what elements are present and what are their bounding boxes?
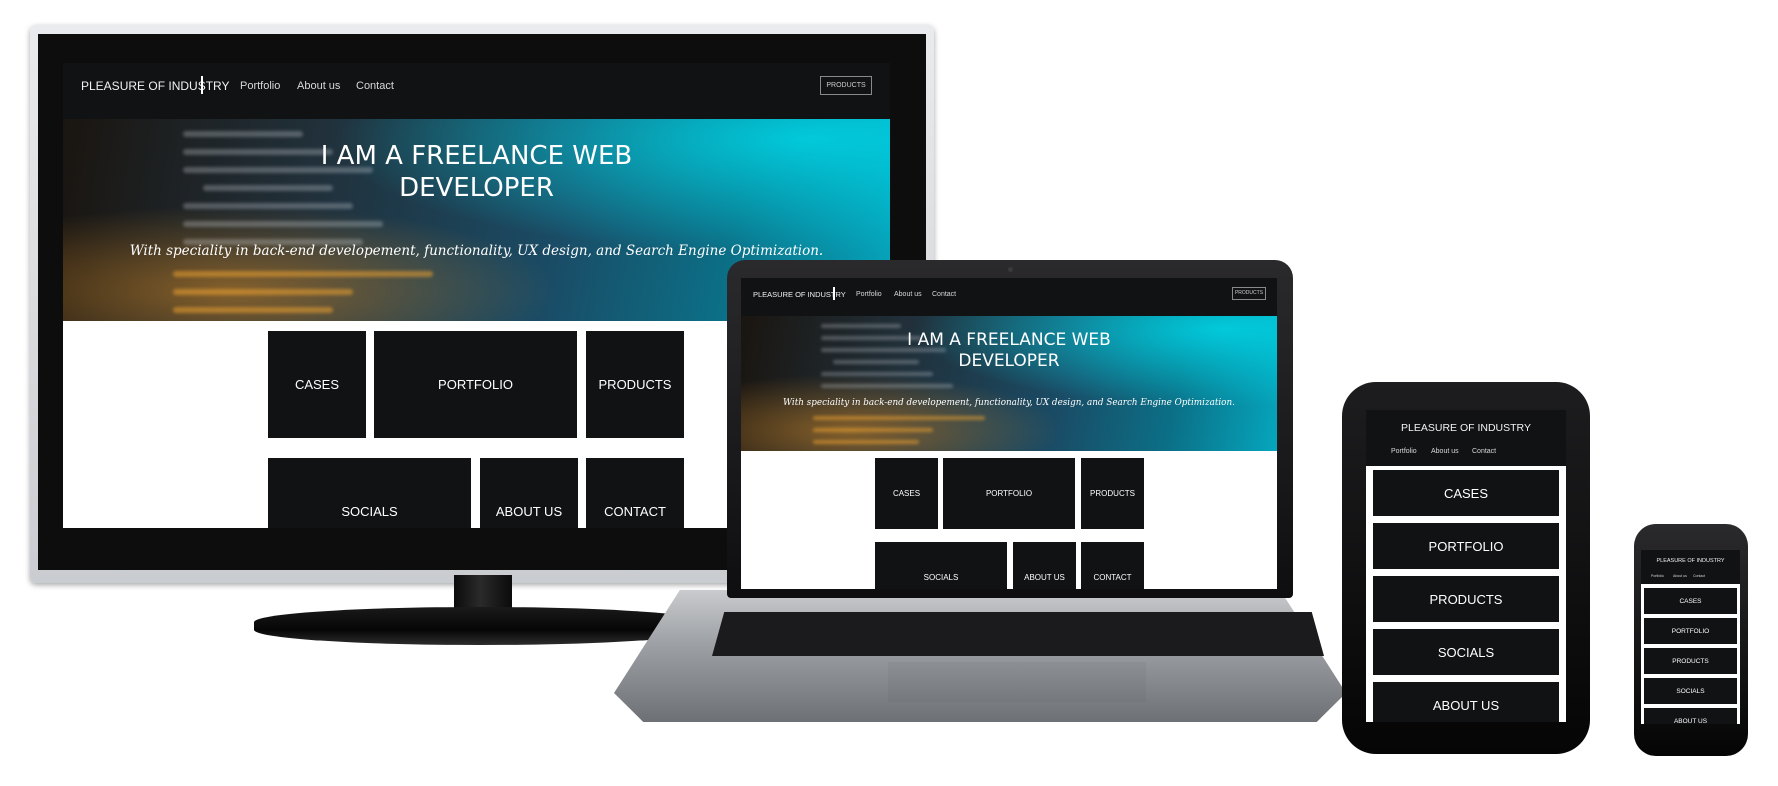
hero-title-line1: I AM A FREELANCE WEB (320, 141, 633, 171)
top-nav: PLEASURE OF INDUSTRY Portfolio About us … (63, 63, 890, 119)
code-line (821, 324, 901, 328)
products-button[interactable]: PRODUCTS (1232, 287, 1266, 300)
tile-socials[interactable]: SOCIALS (1644, 678, 1737, 704)
tile-products[interactable]: PRODUCTS (1081, 458, 1144, 529)
tile-socials[interactable]: SOCIALS (875, 542, 1007, 589)
code-line (821, 372, 933, 376)
tile-about-us[interactable]: ABOUT US (480, 458, 578, 528)
brand-divider (833, 287, 835, 300)
brand-logo[interactable]: PLEASURE OF INDUSTRY (81, 79, 229, 93)
hero-title-line2: DEVELOPER (399, 172, 554, 203)
hero-title: I AM A FREELANCE WEB DEVELOPER (741, 330, 1277, 371)
nav-portfolio[interactable]: Portfolio (856, 291, 882, 298)
code-line (183, 131, 303, 137)
monitor-stand (254, 607, 706, 645)
nav-about-us[interactable]: About us (297, 80, 340, 92)
products-button[interactable]: PRODUCTS (820, 76, 872, 95)
laptop-camera-icon (1008, 267, 1013, 272)
nav-about-us[interactable]: About us (1431, 448, 1459, 455)
hero-subtitle: With speciality in back-end developement… (783, 398, 1235, 408)
brand-divider (201, 76, 203, 94)
tile-socials[interactable]: SOCIALS (268, 458, 471, 528)
tile-portfolio[interactable]: PORTFOLIO (1644, 618, 1737, 644)
code-line (173, 289, 353, 295)
top-nav: PLEASURE OF INDUSTRY Portfolio About us … (741, 278, 1277, 316)
nav-portfolio[interactable]: Portfolio (240, 80, 280, 92)
nav-contact[interactable]: Contact (1472, 448, 1496, 455)
nav-about-us[interactable]: About us (894, 291, 922, 298)
code-line (813, 416, 985, 420)
code-line (821, 384, 953, 388)
tile-portfolio[interactable]: PORTFOLIO (374, 331, 577, 438)
laptop-site: PLEASURE OF INDUSTRY Portfolio About us … (741, 278, 1277, 589)
tile-cases[interactable]: CASES (268, 331, 366, 438)
top-nav: PLEASURE OF INDUSTRY Portfolio About us … (1366, 410, 1566, 466)
tile-contact[interactable]: CONTACT (1081, 542, 1144, 589)
nav-contact[interactable]: Contact (356, 80, 394, 92)
tile-socials[interactable]: SOCIALS (1373, 629, 1559, 675)
laptop-keyboard (712, 612, 1324, 656)
nav-contact[interactable]: Contact (1693, 574, 1705, 578)
tile-cases[interactable]: CASES (1644, 588, 1737, 614)
tile-products[interactable]: PRODUCTS (1373, 576, 1559, 622)
tile-cases[interactable]: CASES (875, 458, 938, 529)
laptop-trackpad (888, 662, 1146, 702)
brand-logo[interactable]: PLEASURE OF INDUSTRY (1366, 422, 1566, 434)
top-nav: PLEASURE OF INDUSTRY Portfolio About us … (1641, 550, 1740, 584)
brand-logo[interactable]: PLEASURE OF INDUSTRY (753, 290, 846, 299)
phone-site: PLEASURE OF INDUSTRY Portfolio About us … (1641, 550, 1740, 724)
tile-portfolio[interactable]: PORTFOLIO (943, 458, 1075, 529)
hero-title: I AM A FREELANCE WEB DEVELOPER (63, 141, 890, 204)
hero-subtitle: With speciality in back-end developement… (129, 243, 824, 259)
tile-about-us[interactable]: ABOUT US (1644, 708, 1737, 724)
code-line (813, 440, 919, 444)
tile-contact[interactable]: CONTACT (586, 458, 684, 528)
hero-title-line2: DEVELOPER (958, 350, 1060, 371)
hero-banner: I AM A FREELANCE WEB DEVELOPER With spec… (741, 316, 1277, 451)
code-line (173, 271, 433, 277)
laptop-base (614, 590, 1346, 722)
tile-about-us[interactable]: ABOUT US (1013, 542, 1076, 589)
tile-cases[interactable]: CASES (1373, 470, 1559, 516)
hero-title-line1: I AM A FREELANCE WEB (907, 330, 1111, 350)
brand-logo[interactable]: PLEASURE OF INDUSTRY (1641, 558, 1740, 564)
code-line (813, 428, 933, 432)
nav-portfolio[interactable]: Portfolio (1391, 448, 1417, 455)
code-line (173, 307, 333, 313)
tile-products[interactable]: PRODUCTS (1644, 648, 1737, 674)
tile-portfolio[interactable]: PORTFOLIO (1373, 523, 1559, 569)
nav-portfolio[interactable]: Portfolio (1651, 574, 1664, 578)
nav-about-us[interactable]: About us (1673, 574, 1687, 578)
nav-contact[interactable]: Contact (932, 291, 956, 298)
tile-products[interactable]: PRODUCTS (586, 331, 684, 438)
code-line (183, 221, 383, 227)
tile-about-us[interactable]: ABOUT US (1373, 682, 1559, 722)
tablet-site: PLEASURE OF INDUSTRY Portfolio About us … (1366, 410, 1566, 722)
